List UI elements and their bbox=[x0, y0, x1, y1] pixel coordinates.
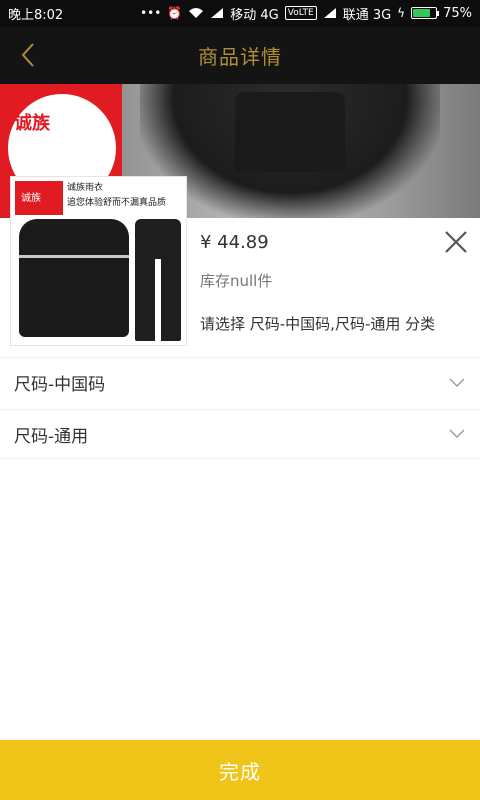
thumb-logo-text: 诚族 bbox=[21, 193, 41, 204]
thumb-jacket bbox=[19, 219, 129, 337]
status-bar: 晚上8:02 ••• ⏰ 移动 4G VoLTE 联通 3G ϟ 75% bbox=[0, 0, 480, 26]
notification-dots-icon: ••• bbox=[140, 6, 162, 20]
carrier-2: 联通 3G bbox=[342, 7, 392, 23]
close-button[interactable] bbox=[442, 228, 470, 256]
thumb-caption: 诚族雨衣 追您体验舒而不漏真品质 bbox=[67, 181, 166, 211]
product-thumbnail: 诚族 诚族雨衣 追您体验舒而不漏真品质 bbox=[10, 176, 187, 346]
battery-icon bbox=[411, 7, 440, 19]
done-button[interactable]: 完成 bbox=[0, 740, 480, 800]
charging-icon: ϟ bbox=[397, 6, 406, 20]
nav-bar: 商品详情 bbox=[0, 26, 480, 84]
page-title: 商品详情 bbox=[198, 44, 282, 69]
signal-icon-2 bbox=[323, 7, 337, 19]
signal-icon bbox=[210, 7, 224, 19]
hero-collar-image bbox=[235, 92, 345, 172]
product-stock: 库存null件 bbox=[200, 272, 273, 290]
back-button[interactable] bbox=[14, 40, 42, 70]
option-label: 尺码-中国码 bbox=[14, 375, 106, 395]
battery-percent: 75% bbox=[443, 5, 472, 21]
status-icons: ••• ⏰ 移动 4G VoLTE 联通 3G ϟ 75% bbox=[140, 4, 472, 23]
alarm-clock-icon: ⏰ bbox=[167, 6, 183, 20]
brand-logo-text: 诚族 bbox=[14, 113, 50, 134]
thumb-caption-line2: 追您体验舒而不漏真品质 bbox=[67, 198, 167, 208]
battery-fill bbox=[413, 9, 430, 17]
option-row-universal-size[interactable]: 尺码-通用 bbox=[0, 409, 480, 459]
close-icon bbox=[445, 231, 467, 253]
option-row-chinese-size[interactable]: 尺码-中国码 bbox=[0, 357, 480, 407]
carrier-1: 移动 4G bbox=[230, 7, 279, 23]
volte-badge: VoLTE bbox=[284, 6, 317, 20]
chevron-down-icon bbox=[448, 374, 466, 392]
status-time: 晚上8:02 bbox=[8, 7, 64, 23]
selection-summary: 请选择 尺码-中国码,尺码-通用 分类 bbox=[200, 315, 436, 333]
option-label: 尺码-通用 bbox=[14, 426, 89, 447]
thumb-pants-gap bbox=[155, 259, 161, 341]
chevron-left-icon bbox=[21, 43, 34, 67]
chevron-down-icon bbox=[448, 425, 466, 443]
thumb-brand-logo: 诚族 bbox=[15, 181, 63, 215]
thumb-pants bbox=[135, 219, 181, 341]
wifi-icon bbox=[188, 7, 204, 19]
reflective-stripe bbox=[19, 255, 129, 258]
thumb-caption-line1: 诚族雨衣 bbox=[67, 183, 104, 193]
product-price: ¥ 44.89 bbox=[200, 232, 269, 253]
